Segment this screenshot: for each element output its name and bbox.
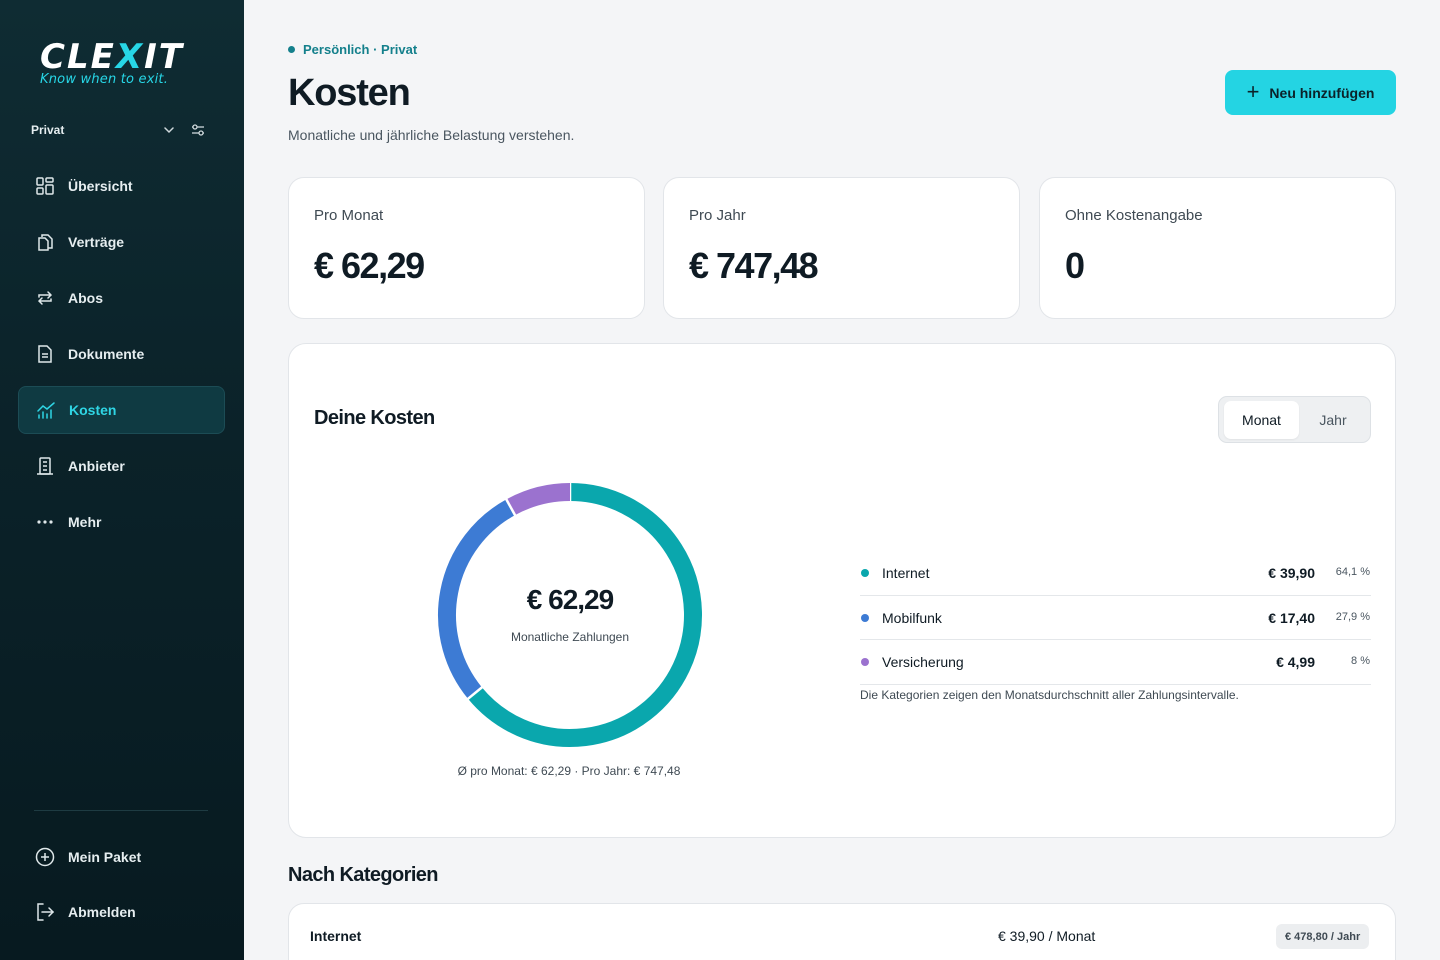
documents-icon: [35, 232, 55, 252]
sidebar-item-label: Abmelden: [68, 904, 136, 920]
sidebar-item-label: Abos: [68, 290, 103, 306]
chevron-down-icon[interactable]: [162, 121, 176, 139]
sidebar-nav: Übersicht Verträge Abos Dokumente Kosten…: [18, 162, 225, 554]
donut-center-label: Monatliche Zahlungen: [510, 630, 630, 644]
stat-label: Pro Monat: [314, 207, 384, 224]
category-name: Internet: [310, 928, 362, 944]
section-title: Nach Kategorien: [288, 864, 439, 886]
category-row[interactable]: Internet € 39,90 / Monat € 478,80 / Jahr: [288, 903, 1396, 960]
legend-percent: 27,9 %: [1335, 610, 1370, 623]
sidebar-item-mein-paket[interactable]: Mein Paket: [18, 833, 225, 881]
legend-percent: 64,1 %: [1335, 566, 1370, 578]
add-new-button[interactable]: + Neu hinzufügen: [1225, 70, 1396, 115]
sidebar: CLEXIT Know when to exit. Privat Übersic…: [0, 0, 244, 960]
legend-dot: [861, 569, 869, 577]
brand-wordmark: CLEXIT: [40, 37, 184, 77]
sidebar-item-kosten[interactable]: Kosten: [18, 386, 225, 434]
legend-dot: [861, 613, 869, 622]
brand-tagline: Know when to exit.: [40, 72, 169, 87]
sidebar-bottom-nav: Mein Paket Abmelden: [18, 833, 225, 943]
page-title: Kosten: [288, 72, 411, 114]
sidebar-item-label: Dokumente: [68, 346, 145, 362]
grid-icon: [35, 176, 55, 196]
file-icon: [35, 344, 55, 364]
sidebar-item-label: Kosten: [69, 402, 117, 418]
legend-note: Die Kategorien zeigen den Monatsdurchsch…: [860, 688, 1239, 702]
plus-icon: +: [1246, 78, 1260, 104]
sidebar-item-anbieter[interactable]: Anbieter: [18, 442, 225, 490]
period-toggle: Monat Jahr: [1218, 396, 1371, 443]
stat-card-per-month: Pro Monat € 62,29: [288, 177, 645, 319]
logout-icon: [35, 902, 55, 922]
sidebar-divider: [34, 810, 208, 811]
legend-amount: € 17,40: [1268, 609, 1315, 626]
legend-percent: 8 %: [1351, 655, 1370, 667]
legend-amount: € 4,99: [1276, 654, 1315, 670]
sidebar-item-vertraege[interactable]: Verträge: [18, 218, 225, 266]
chart-icon: [36, 400, 56, 420]
donut-footer: Ø pro Monat: € 62,29 · Pro Jahr: € 747,4…: [457, 764, 681, 778]
building-icon: [35, 456, 55, 476]
sidebar-item-label: Mehr: [68, 514, 102, 530]
breadcrumb-text: Persönlich · Privat: [303, 42, 418, 57]
legend-amount: € 39,90: [1268, 565, 1315, 581]
legend-dot: [861, 658, 869, 666]
legend-row: Mobilfunk € 17,40 27,9 %: [860, 596, 1371, 640]
stat-value: 0: [1065, 245, 1085, 286]
donut-center-value: € 62,29: [526, 584, 614, 615]
stat-value: € 747,48: [689, 245, 819, 286]
filter-settings-icon[interactable]: [190, 121, 206, 139]
sidebar-item-label: Verträge: [68, 234, 125, 250]
legend-name: Internet: [882, 565, 930, 581]
add-new-label: Neu hinzufügen: [1269, 84, 1375, 101]
stat-card-per-year: Pro Jahr € 747,48: [663, 177, 1020, 319]
plus-circle-icon: [35, 847, 55, 867]
stat-card-no-cost: Ohne Kostenangabe 0: [1039, 177, 1396, 319]
sidebar-item-dokumente[interactable]: Dokumente: [18, 330, 225, 378]
sidebar-item-label: Mein Paket: [68, 849, 142, 865]
stat-value: € 62,29: [314, 245, 425, 286]
brand-logo[interactable]: CLEXIT Know when to exit.: [40, 40, 210, 87]
donut-slice-versicherung: [506, 483, 571, 516]
repeat-icon: [35, 288, 55, 308]
page-subtitle: Monatliche und jährliche Belastung verst…: [288, 127, 575, 143]
workspace-selector[interactable]: Privat: [31, 121, 211, 139]
costs-panel: Deine Kosten Monat Jahr € 62,29 Monatlic…: [288, 343, 1396, 838]
category-monthly: € 39,90 / Monat: [998, 928, 1096, 944]
sidebar-item-label: Anbieter: [68, 458, 125, 474]
sidebar-item-uebersicht[interactable]: Übersicht: [18, 162, 225, 210]
breadcrumb: Persönlich · Privat: [288, 42, 417, 57]
sidebar-item-abmelden[interactable]: Abmelden: [18, 888, 225, 936]
more-icon: [35, 512, 55, 532]
status-dot: [288, 46, 295, 53]
sidebar-item-abos[interactable]: Abos: [18, 274, 225, 322]
donut-center: € 62,29 Monatliche Zahlungen: [437, 584, 703, 644]
stat-label: Pro Jahr: [689, 207, 746, 224]
sidebar-item-mehr[interactable]: Mehr: [18, 498, 225, 546]
legend-row: Versicherung € 4,99 8 %: [860, 640, 1371, 685]
workspace-label: Privat: [31, 123, 65, 137]
legend: Internet € 39,90 64,1 % Mobilfunk € 17,4…: [860, 551, 1371, 685]
toggle-monat[interactable]: Monat: [1224, 401, 1299, 439]
toggle-jahr[interactable]: Jahr: [1299, 401, 1367, 439]
category-yearly-badge: € 478,80 / Jahr: [1276, 924, 1370, 949]
panel-title: Deine Kosten: [314, 407, 435, 429]
legend-name: Mobilfunk: [882, 609, 942, 626]
legend-row: Internet € 39,90 64,1 %: [860, 551, 1371, 596]
sidebar-item-label: Übersicht: [68, 178, 133, 194]
legend-name: Versicherung: [882, 654, 964, 670]
stat-label: Ohne Kostenangabe: [1065, 207, 1203, 224]
